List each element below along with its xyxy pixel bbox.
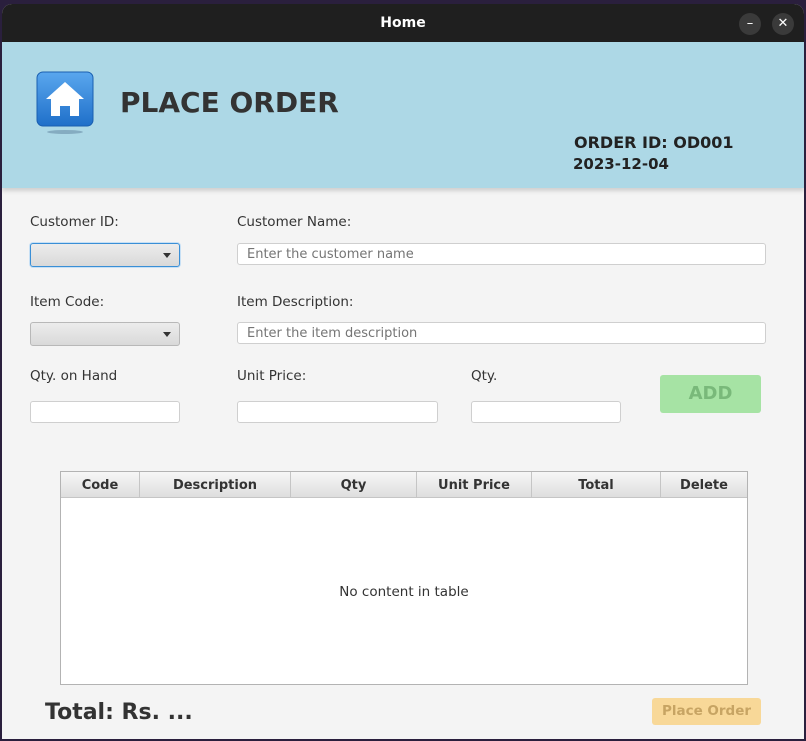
- customer-id-combobox[interactable]: [30, 243, 180, 267]
- qty-on-hand-label: Qty. on Hand: [30, 368, 118, 384]
- add-button[interactable]: ADD: [660, 375, 761, 413]
- title-bar[interactable]: Home – ✕: [2, 4, 804, 42]
- column-header-total[interactable]: Total: [532, 472, 661, 497]
- minimize-button[interactable]: –: [739, 13, 761, 35]
- item-description-label: Item Description:: [237, 294, 354, 310]
- page-title: PLACE ORDER: [120, 86, 339, 119]
- column-header-description[interactable]: Description: [140, 472, 291, 497]
- qty-label: Qty.: [471, 368, 498, 384]
- item-description-input[interactable]: [237, 322, 766, 344]
- table-empty-message: No content in table: [339, 584, 469, 600]
- column-header-qty[interactable]: Qty: [291, 472, 417, 497]
- customer-name-label: Customer Name:: [237, 214, 352, 230]
- column-header-delete[interactable]: Delete: [661, 472, 747, 497]
- customer-name-input[interactable]: [237, 243, 766, 265]
- minimize-icon: –: [746, 16, 754, 31]
- place-order-button[interactable]: Place Order: [652, 698, 761, 725]
- order-table[interactable]: Code Description Qty Unit Price Total De…: [60, 471, 748, 685]
- total-label: Total: Rs. ...: [45, 700, 193, 725]
- order-date-label: 2023-12-04: [573, 155, 669, 173]
- close-icon: ✕: [777, 16, 789, 31]
- column-header-code[interactable]: Code: [61, 472, 140, 497]
- app-window: Home – ✕ PLACE ORDER ORDER ID: OD001 202…: [2, 4, 804, 739]
- window-title: Home: [380, 15, 426, 31]
- item-code-label: Item Code:: [30, 294, 105, 310]
- column-header-unit-price[interactable]: Unit Price: [417, 472, 532, 497]
- customer-id-label: Customer ID:: [30, 214, 119, 230]
- page-header: PLACE ORDER ORDER ID: OD001 2023-12-04: [2, 42, 804, 188]
- unit-price-input[interactable]: [237, 401, 438, 423]
- qty-on-hand-input[interactable]: [30, 401, 180, 423]
- unit-price-label: Unit Price:: [237, 368, 307, 384]
- qty-input[interactable]: [471, 401, 621, 423]
- order-id-label: ORDER ID: OD001: [574, 133, 734, 152]
- item-code-combobox[interactable]: [30, 322, 180, 346]
- home-icon[interactable]: [36, 71, 94, 135]
- table-header: Code Description Qty Unit Price Total De…: [61, 472, 747, 498]
- close-button[interactable]: ✕: [772, 13, 794, 35]
- chevron-down-icon: [163, 332, 171, 337]
- chevron-down-icon: [163, 253, 171, 258]
